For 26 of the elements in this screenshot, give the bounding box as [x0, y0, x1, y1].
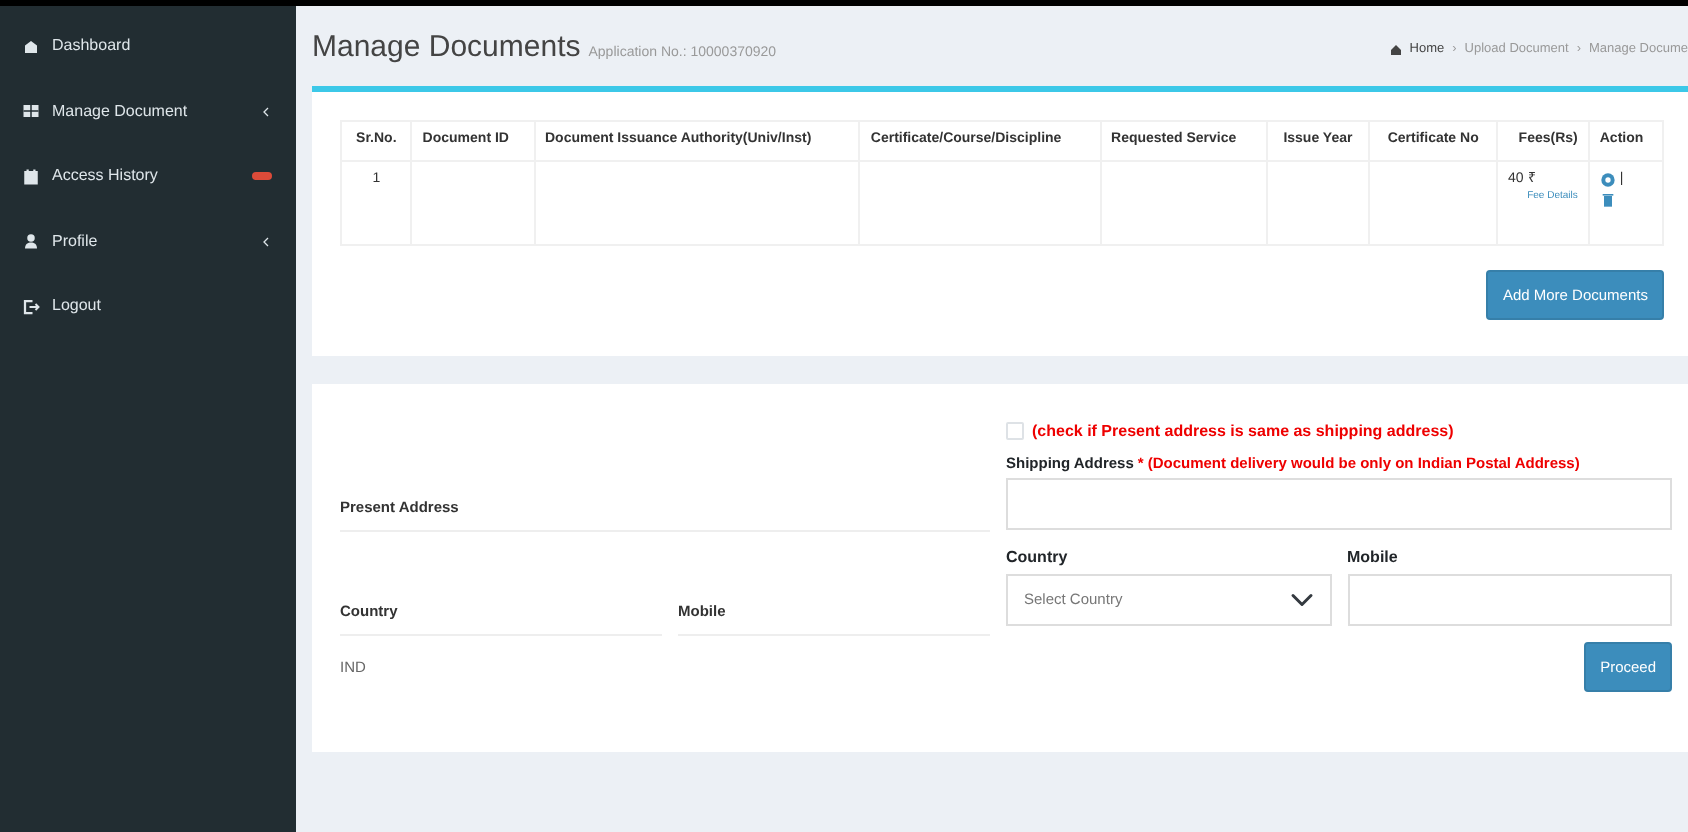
- sidebar-item[interactable]: Profile: [0, 209, 296, 274]
- mobile-label: Mobile: [1347, 546, 1400, 570]
- shipping-address-field[interactable]: [1006, 478, 1672, 530]
- menu-label: Profile: [52, 229, 100, 254]
- mobile-field[interactable]: [1347, 574, 1672, 626]
- sidebar-item[interactable]: Dashboard: [0, 14, 296, 79]
- chevron-icon: [260, 233, 272, 250]
- logout-icon: [22, 297, 40, 316]
- checkbox-label: (check if Present address is same as shipping address): [1032, 419, 1454, 444]
- country-label: Country: [1006, 546, 1070, 570]
- same-address-checkbox[interactable]: [1006, 422, 1024, 441]
- trash-icon: [1599, 190, 1616, 210]
- menu-label: Logout: [52, 294, 103, 319]
- menu-label: Manage Document: [52, 99, 190, 124]
- grid-icon: [22, 102, 40, 121]
- page-title: Manage Documents: [312, 30, 581, 66]
- menu-label: Dashboard: [52, 34, 133, 59]
- sidebar-item[interactable]: Logout: [0, 274, 296, 339]
- view-icon: [1599, 171, 1616, 188]
- sidebar-item[interactable]: Access History: [0, 144, 296, 209]
- menu-label: Access History: [52, 164, 160, 189]
- home-icon: [1389, 44, 1402, 56]
- sidebar-item[interactable]: Manage Document: [0, 79, 296, 144]
- chevron-icon: [260, 103, 272, 120]
- user-icon: [22, 232, 40, 251]
- calendar-icon: [22, 167, 40, 186]
